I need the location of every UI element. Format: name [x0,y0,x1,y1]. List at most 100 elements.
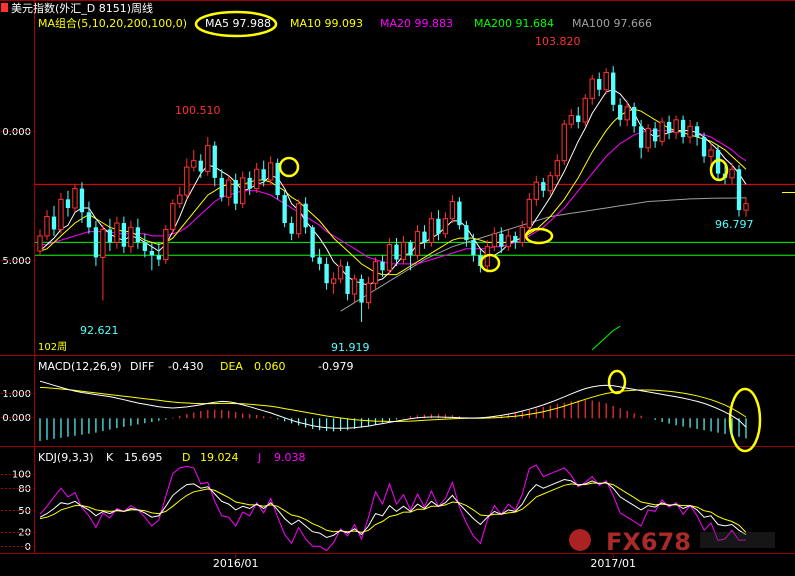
macd-diff-value: -0.430 [168,360,203,373]
ma100-label: MA100 97.666 [572,17,652,30]
ma10-label: MA10 99.093 [290,17,363,30]
period-count-label: 102周 [38,341,67,353]
candle-body-up [505,235,512,248]
candle-body-up [44,216,50,237]
candle-body-down [261,169,266,181]
ma200-label: MA200 91.684 [474,17,554,30]
low-label-1: 92.621 [80,324,119,337]
candle-body-down [457,201,462,226]
candle-body-down [618,104,623,120]
candle-body-up [240,177,246,205]
candle-body-down [499,233,504,247]
candle-body-up [191,160,197,168]
candle-body-down [93,227,99,258]
candle-body-down [219,177,224,198]
candle-body-down [142,242,148,251]
macd-tick-label: 1.000 [2,389,31,400]
macd-diff-label: DIFF [130,360,154,373]
candle-body-down [638,126,644,148]
macd-value: -0.979 [318,360,353,373]
time-tick-label: 2016/01 [213,557,259,570]
kdj-label: KDJ(9,3,3) [38,451,94,464]
candle-body-down [303,203,308,228]
candle-body-down [65,199,71,208]
candle-body-up [729,168,735,179]
candle-body-up [163,228,169,261]
candle-body-up [659,121,665,142]
candle-body-down [107,229,113,243]
watermark-logo-icon [569,529,591,551]
candle-body-up [400,241,407,261]
high-label-1: 100.510 [175,104,221,117]
low-label-2: 91.919 [331,341,370,354]
candle-body-up [491,233,498,248]
candle-body-up [58,198,64,230]
candle-body-down [233,180,238,204]
candle-body-down [86,212,92,228]
candle-body-up [128,226,134,248]
candle-body-up [100,228,106,258]
candle-body-up [226,179,232,198]
candle-body-up [337,265,344,280]
candle-body-down [394,244,399,260]
candle-body-down [597,78,602,90]
candle-body-up [330,278,337,284]
candle-body-up [254,168,260,190]
candle-body-up [351,278,358,295]
candle-body-down [471,240,476,256]
macd-label: MACD(12,26,9) [38,360,122,373]
candle-body-up [386,244,393,271]
kdj-tick-label: 50 [18,506,31,517]
candle-body-up [743,203,749,211]
candle-body-up [449,201,456,220]
candle-body-down [282,195,287,224]
kdj-tick-label: 20 [18,528,31,539]
last-price-label: 96.797 [715,218,754,231]
candle-body-up [295,203,302,235]
candle-body-up [428,218,435,243]
candle-body-up [37,235,43,252]
watermark-url-block [700,532,775,548]
kdj-j-value: 9.038 [274,451,306,464]
candle-body-up [519,226,525,243]
kdj-tick-label: 0 [25,542,31,553]
candle-body-down [212,145,217,178]
candle-body-down [513,235,518,243]
kdj-j-label: J [257,451,261,464]
candle-body-down [408,242,413,256]
macd-dea-value: 0.060 [254,360,286,373]
price-tick-label: 5.000 [2,256,31,267]
candle-body-down [324,263,329,284]
candle-body-down [576,115,581,122]
candle-body-down [79,188,85,213]
candle-body-down [464,225,469,241]
price-tick-label: 0.000 [2,127,31,138]
candle-body-up [687,125,693,138]
ma20-label: MA20 99.883 [380,17,453,30]
candle-body-down [51,216,57,230]
candle-body-up [645,127,651,149]
macd-dea-label: DEA [220,360,243,373]
candle-body-down [652,128,658,142]
candle-body-up [72,188,78,209]
candle-body-down [317,257,322,264]
candle-body-up [365,282,372,304]
kdj-d-label: D [182,451,190,464]
kdj-tick-label: 80 [18,484,31,495]
candle-body-up [554,160,560,177]
candle-body-up [114,222,120,243]
candle-body-down [701,137,707,157]
candle-body-up [561,123,567,162]
candle-body-up [624,106,630,121]
candle-body-up [205,145,211,172]
chart-background [0,0,795,576]
candle-body-up [372,261,379,284]
candle-body-up [582,97,588,123]
candle-body-down [422,231,427,243]
candle-body-up [442,218,449,235]
candle-body-down [694,126,700,138]
stock-chart[interactable]: 美元指数(外汇_D 8151)周线 MA组合(5,10,20,200,100,0… [0,0,795,576]
candle-body-down [135,227,141,243]
candle-body-up [533,181,539,200]
time-tick-label: 2017/01 [590,557,636,570]
